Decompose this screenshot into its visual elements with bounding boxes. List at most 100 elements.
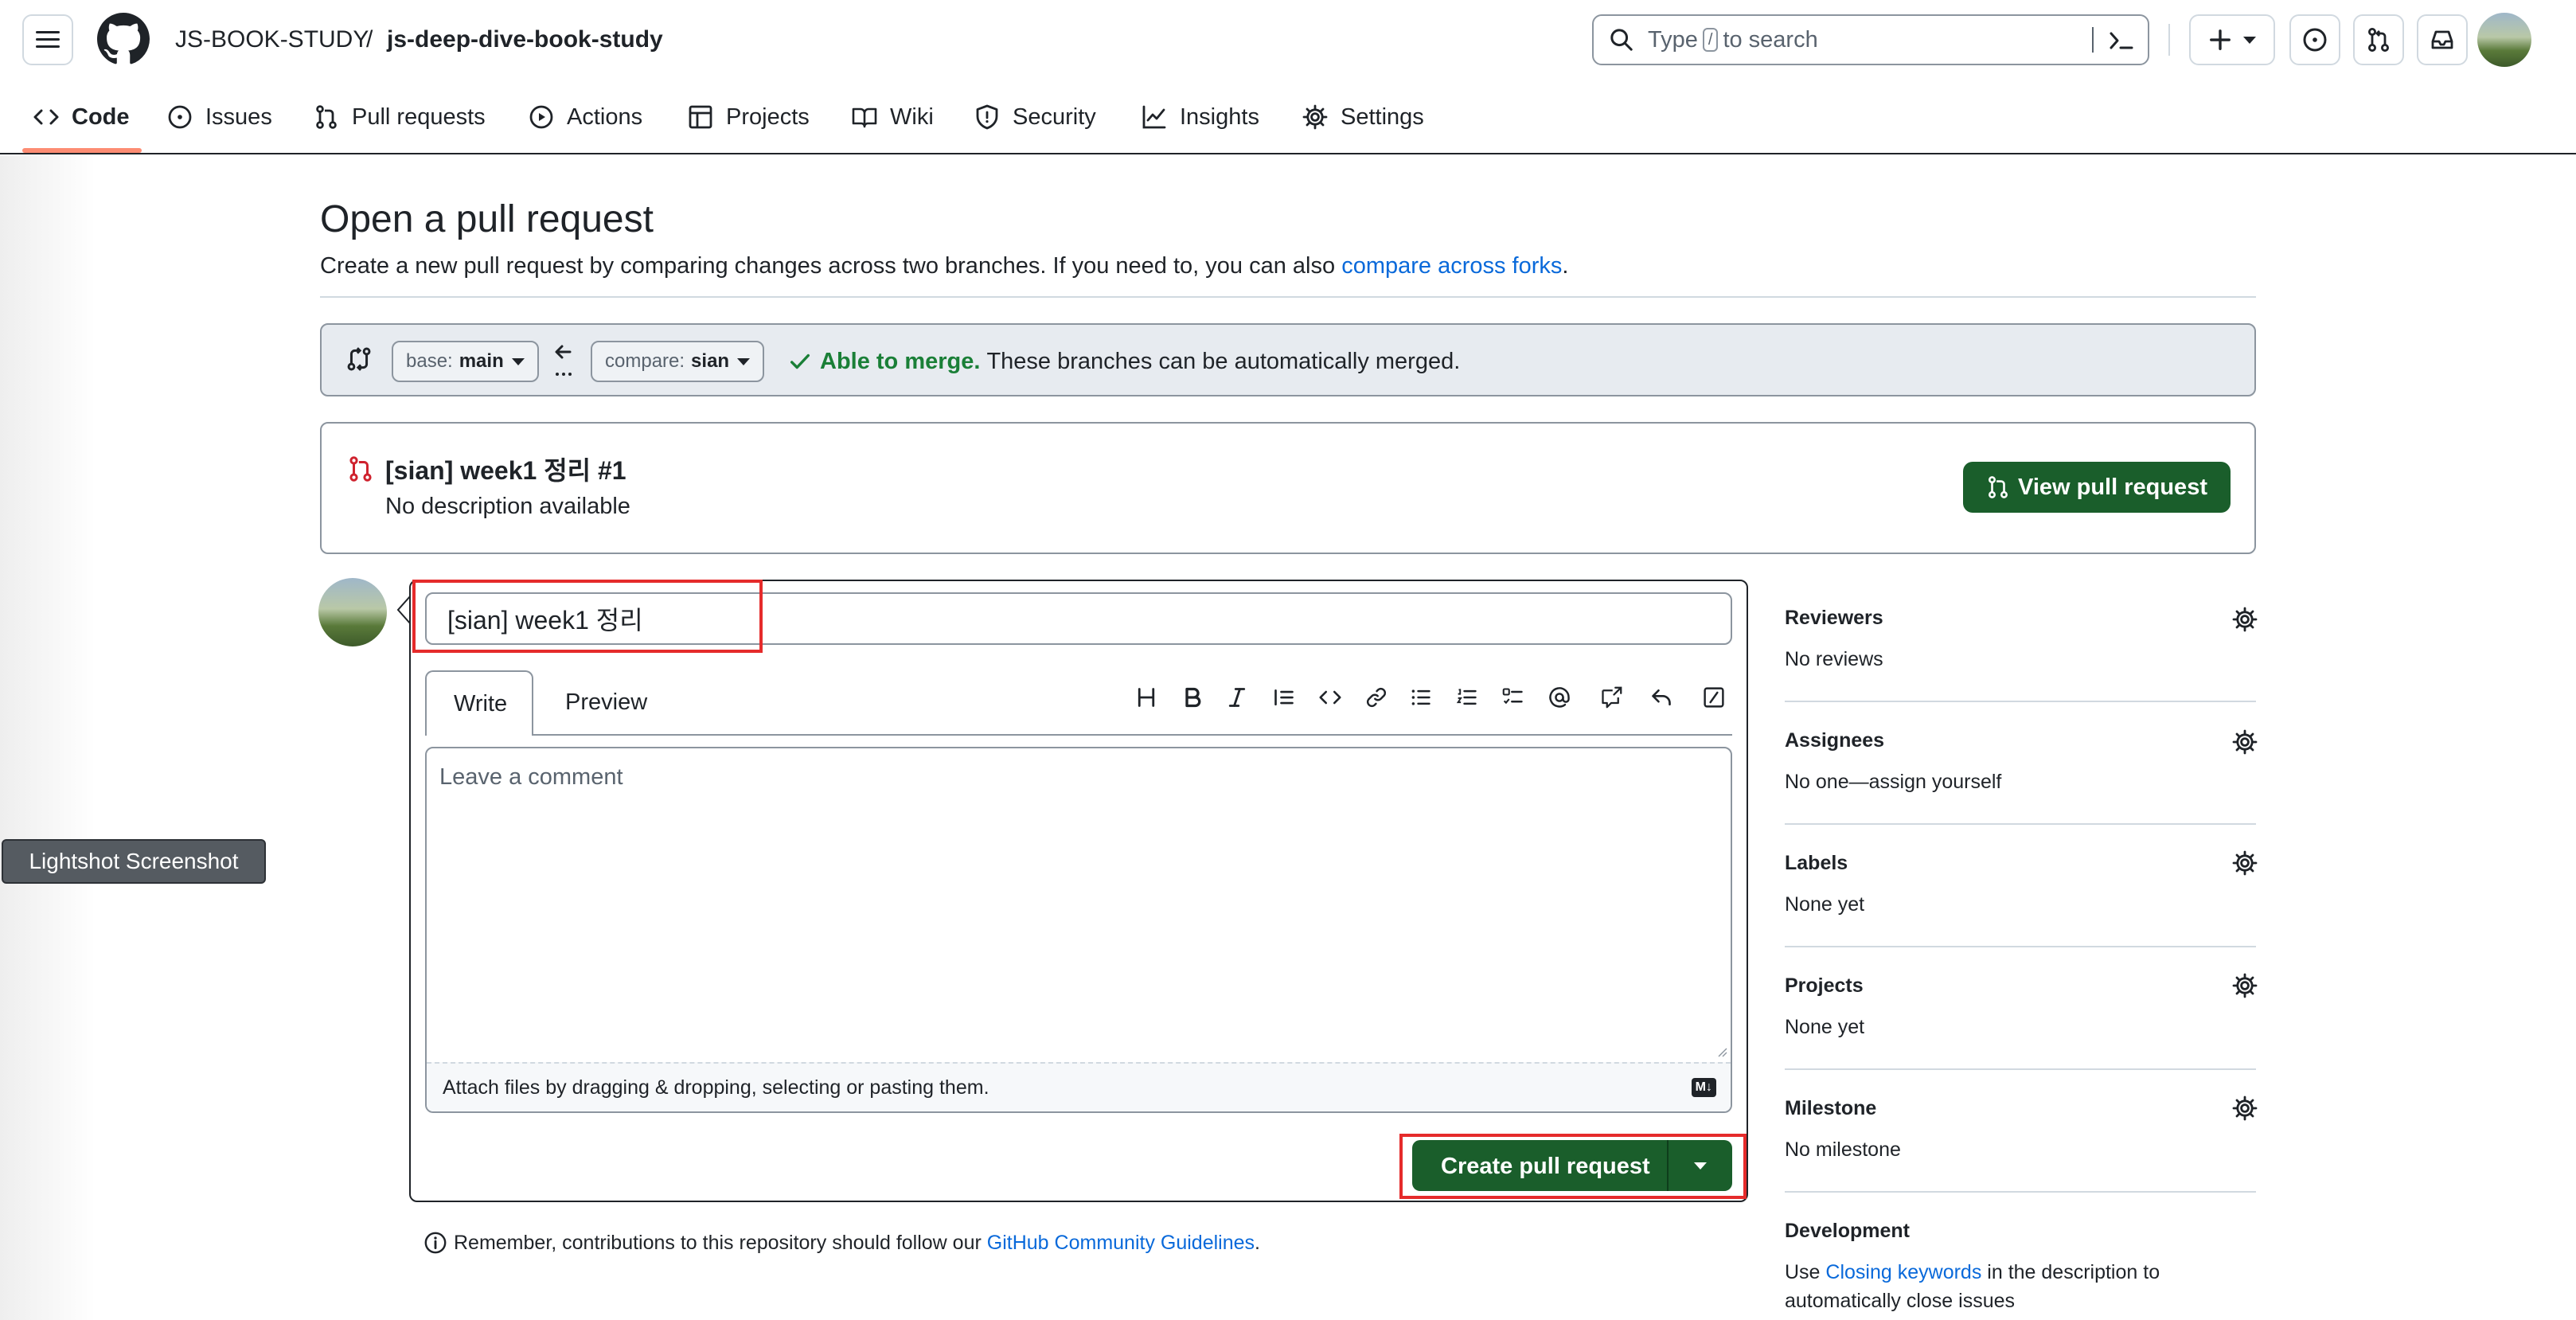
base-branch-value: main — [459, 350, 504, 372]
sidebar-divider — [1785, 1191, 2256, 1193]
github-logo-icon[interactable] — [97, 13, 150, 65]
link-icon[interactable] — [1364, 686, 1388, 709]
reviewers-heading[interactable]: Reviewers — [1785, 607, 1883, 630]
tab-code-label: Code — [72, 103, 130, 130]
comment-textarea[interactable]: Leave a comment Attach files by dragging… — [425, 747, 1732, 1113]
development-text: Use Closing keywords in the description … — [1785, 1261, 2160, 1284]
page-subtitle: Create a new pull request by comparing c… — [320, 253, 1568, 279]
markdown-icon: M↓ — [1691, 1078, 1716, 1097]
assignees-gear-icon[interactable] — [2232, 729, 2258, 755]
projects-value: None yet — [1785, 1016, 1865, 1038]
author-avatar[interactable] — [318, 578, 387, 646]
annotation-highlight-create — [1399, 1134, 1747, 1199]
breadcrumb-separator: / — [366, 26, 373, 53]
code-icon — [33, 109, 59, 125]
assignees-heading[interactable]: Assignees — [1785, 729, 1884, 752]
labels-value: None yet — [1785, 893, 1865, 916]
inbox-button[interactable] — [2417, 14, 2468, 65]
tab-insights[interactable]: Insights — [1142, 97, 1259, 137]
community-guidelines-note: Remember, contributions to this reposito… — [423, 1231, 1260, 1255]
search-shortcut-key: / — [1702, 28, 1719, 52]
command-palette-icon[interactable] — [2108, 29, 2135, 53]
compare-branch-value: sian — [691, 350, 730, 372]
closing-keywords-link[interactable]: Closing keywords — [1825, 1261, 1981, 1283]
breadcrumb-org[interactable]: JS-BOOK-STUDY — [175, 24, 369, 56]
title-divider — [320, 296, 2256, 298]
attach-files-text: Attach files by dragging & dropping, sel… — [443, 1076, 989, 1099]
user-avatar[interactable] — [2477, 13, 2531, 67]
existing-pr-title[interactable]: [sian] week1 정리 #1 — [385, 451, 626, 487]
ordered-list-icon[interactable] — [1455, 686, 1479, 709]
tab-actions[interactable]: Actions — [529, 97, 642, 137]
tab-wiki[interactable]: Wiki — [852, 97, 934, 137]
tab-write[interactable]: Write — [425, 670, 533, 736]
development-heading: Development — [1785, 1220, 1910, 1242]
header-divider — [2168, 24, 2170, 56]
tab-issues-label: Issues — [205, 103, 272, 130]
subtitle-text: Create a new pull request by comparing c… — [320, 253, 1336, 279]
create-new-button[interactable] — [2189, 14, 2275, 65]
tab-projects[interactable]: Projects — [688, 97, 810, 137]
base-branch-select[interactable]: base: main — [392, 341, 539, 382]
cross-reference-icon[interactable] — [1598, 686, 1624, 709]
projects-gear-icon[interactable] — [2232, 973, 2258, 998]
tab-pull-requests-label: Pull requests — [352, 103, 486, 130]
check-icon — [790, 353, 810, 369]
reply-icon[interactable] — [1649, 686, 1673, 709]
tab-actions-label: Actions — [567, 103, 643, 130]
bold-icon[interactable] — [1181, 686, 1204, 709]
pull-requests-button[interactable] — [2353, 14, 2404, 65]
quote-icon[interactable] — [1272, 686, 1296, 709]
branch-compare-bar: base: main compare: sian Able to merge. Th… — [320, 323, 2256, 396]
reviewers-value: No reviews — [1785, 648, 1883, 670]
slash-command-icon[interactable] — [1702, 686, 1726, 709]
resize-handle-icon[interactable] — [1715, 1045, 1727, 1057]
tasklist-icon[interactable] — [1501, 686, 1525, 709]
tab-code[interactable]: Code — [33, 97, 130, 137]
compare-across-forks-link[interactable]: compare across forks — [1341, 253, 1562, 279]
assignees-value[interactable]: No one—assign yourself — [1785, 771, 2001, 794]
tab-security[interactable]: Security — [974, 97, 1096, 137]
labels-gear-icon[interactable] — [2232, 850, 2258, 876]
view-pull-request-label: View pull request — [2018, 474, 2207, 500]
attach-files-bar[interactable]: Attach files by dragging & dropping, sel… — [427, 1062, 1731, 1111]
merge-status: Able to merge. These branches can be aut… — [788, 344, 1460, 379]
sidebar-divider — [1785, 1068, 2256, 1070]
milestone-value: No milestone — [1785, 1138, 1901, 1161]
milestone-heading[interactable]: Milestone — [1785, 1097, 1876, 1120]
search-placeholder-after: to search — [1723, 26, 1818, 53]
italic-icon[interactable] — [1226, 686, 1248, 709]
tab-issues[interactable]: Issues — [167, 97, 272, 137]
chevron-down-icon — [2243, 36, 2256, 44]
play-icon — [529, 105, 553, 129]
view-pull-request-button[interactable]: View pull request — [1963, 462, 2231, 513]
compare-branch-label: compare: — [605, 350, 685, 372]
sidebar-divider — [1785, 946, 2256, 947]
breadcrumb-repo[interactable]: js-deep-dive-book-study — [387, 24, 663, 56]
shield-icon — [976, 104, 998, 130]
projects-heading[interactable]: Projects — [1785, 974, 1864, 998]
compare-branch-select[interactable]: compare: sian — [591, 341, 765, 382]
heading-icon[interactable] — [1135, 686, 1157, 709]
tab-settings-label: Settings — [1341, 103, 1424, 130]
code-icon[interactable] — [1318, 686, 1342, 709]
annotation-highlight-title — [412, 580, 763, 653]
milestone-gear-icon[interactable] — [2232, 1095, 2258, 1121]
unordered-list-icon[interactable] — [1409, 686, 1433, 709]
tab-settings[interactable]: Settings — [1302, 97, 1424, 137]
issues-button[interactable] — [2289, 14, 2340, 65]
chevron-down-icon — [737, 357, 751, 365]
reviewers-gear-icon[interactable] — [2232, 607, 2258, 632]
tab-pull-requests[interactable]: Pull requests — [314, 97, 486, 137]
search-input[interactable]: Type / to search — [1592, 14, 2149, 65]
issue-opened-icon — [2303, 28, 2327, 52]
sidebar-divider — [1785, 823, 2256, 825]
mention-icon[interactable] — [1548, 686, 1571, 709]
community-guidelines-link[interactable]: GitHub Community Guidelines — [987, 1232, 1255, 1255]
menu-button[interactable] — [22, 14, 73, 65]
merge-status-label: Able to merge. — [820, 348, 981, 374]
tab-projects-label: Projects — [726, 103, 810, 130]
git-pull-request-icon — [316, 105, 337, 129]
labels-heading[interactable]: Labels — [1785, 852, 1848, 875]
tab-preview[interactable]: Preview — [565, 689, 647, 716]
